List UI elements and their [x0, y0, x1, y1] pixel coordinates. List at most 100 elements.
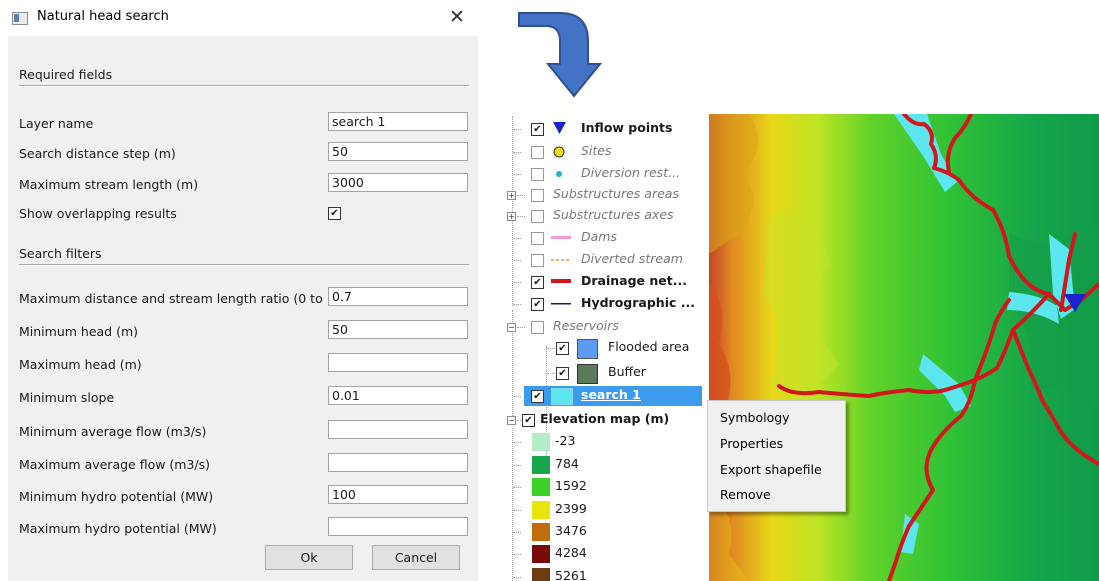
legend-swatch: [532, 456, 550, 474]
layer-checkbox[interactable]: ✔: [556, 342, 569, 355]
layer-label: Substructures axes: [553, 207, 674, 222]
layer-checkbox[interactable]: [531, 168, 544, 181]
expand-icon[interactable]: +: [507, 212, 516, 221]
layer-label: Sites: [581, 143, 612, 158]
search-distance-step-input[interactable]: 50: [328, 142, 468, 161]
layer-checkbox[interactable]: [531, 189, 544, 202]
legend-value: 2399: [555, 501, 587, 516]
layer-name-label: Layer name: [19, 116, 94, 131]
minimum-slope-input[interactable]: 0.01: [328, 386, 468, 405]
legend-item: -23: [500, 432, 705, 452]
legend-swatch: [532, 478, 550, 496]
legend-item: 3476: [500, 522, 705, 542]
dialog-title: Natural head search: [37, 9, 169, 24]
layer-label: search 1: [581, 387, 641, 402]
layer-label: Flooded area: [608, 339, 690, 354]
layer-tree-panel: ✔ Inflow points Sites Diversion rest... …: [500, 114, 705, 581]
section-search-filters: Search filters: [19, 246, 102, 261]
max-distance-ratio-input[interactable]: 0.7: [328, 287, 468, 306]
layer-checkbox[interactable]: ✔: [531, 276, 544, 289]
legend-value: 1592: [555, 478, 587, 493]
minimum-head-input[interactable]: 50: [328, 320, 468, 339]
layer-checkbox[interactable]: ✔: [556, 367, 569, 380]
minimum-head-label: Minimum head (m): [19, 324, 139, 339]
layer-checkbox[interactable]: [531, 146, 544, 159]
layer-drainage-network[interactable]: ✔ Drainage net...: [500, 272, 705, 292]
layer-checkbox[interactable]: ✔: [531, 390, 544, 403]
collapse-icon[interactable]: −: [507, 323, 516, 332]
layer-label: Diverted stream: [581, 251, 683, 266]
dot-icon: [556, 171, 562, 177]
layer-label: Elevation map (m): [540, 411, 670, 426]
legend-swatch: [532, 523, 550, 541]
layer-substructures-areas[interactable]: + Substructures areas: [500, 185, 705, 205]
maximum-stream-length-input[interactable]: 3000: [328, 173, 468, 192]
layer-label: Inflow points: [581, 120, 673, 135]
layer-buffer[interactable]: ✔ Buffer: [500, 363, 705, 384]
layer-elevation-map[interactable]: − ✔ Elevation map (m): [500, 410, 705, 430]
section-required-fields: Required fields: [19, 67, 113, 82]
maximum-head-input[interactable]: [328, 353, 468, 372]
curved-arrow-icon: [518, 12, 603, 98]
layer-diverted-stream[interactable]: Diverted stream: [500, 250, 705, 270]
menu-item-remove[interactable]: Remove: [720, 487, 771, 502]
layer-inflow-points[interactable]: ✔ Inflow points: [500, 119, 705, 139]
minimum-average-flow-label: Minimum average flow (m3/s): [19, 424, 207, 439]
window-icon: [12, 12, 28, 25]
layer-sites[interactable]: Sites: [500, 142, 705, 162]
layer-checkbox[interactable]: ✔: [531, 298, 544, 311]
layer-checkbox[interactable]: [531, 321, 544, 334]
maximum-hydro-potential-input[interactable]: [328, 517, 468, 536]
line-icon: [551, 279, 571, 283]
flooded-area-swatch: [577, 339, 598, 359]
layer-flooded-area[interactable]: ✔ Flooded area: [500, 338, 705, 359]
layer-dams[interactable]: Dams: [500, 228, 705, 248]
layer-substructures-axes[interactable]: + Substructures axes: [500, 206, 705, 226]
dashed-line-icon: [551, 259, 571, 261]
maximum-average-flow-label: Maximum average flow (m3/s): [19, 457, 211, 472]
maximum-head-label: Maximum head (m): [19, 357, 142, 372]
menu-item-symbology[interactable]: Symbology: [720, 410, 790, 425]
layer-hydrographic[interactable]: ✔ Hydrographic ...: [500, 294, 705, 314]
layer-search-1[interactable]: ✔ search 1: [500, 386, 705, 406]
buffer-swatch: [577, 364, 598, 384]
collapse-icon[interactable]: −: [507, 416, 516, 425]
layer-checkbox[interactable]: [531, 254, 544, 267]
layer-checkbox[interactable]: [531, 232, 544, 245]
layer-diversion-restitution[interactable]: Diversion rest...: [500, 164, 705, 184]
layer-name-input[interactable]: search 1: [328, 112, 468, 131]
maximum-hydro-potential-label: Maximum hydro potential (MW): [19, 521, 217, 536]
minimum-slope-label: Minimum slope: [19, 390, 115, 405]
menu-item-properties[interactable]: Properties: [720, 436, 783, 451]
layer-checkbox[interactable]: ✔: [522, 414, 535, 427]
minimum-average-flow-input[interactable]: [328, 420, 468, 439]
maximum-average-flow-input[interactable]: [328, 453, 468, 472]
line-icon: [551, 236, 571, 239]
legend-item: 5261: [500, 567, 705, 581]
layer-label: Substructures areas: [553, 186, 679, 201]
layer-checkbox[interactable]: ✔: [531, 123, 544, 136]
layer-checkbox[interactable]: [531, 210, 544, 223]
ok-button[interactable]: Ok: [265, 545, 353, 570]
legend-value: 5261: [555, 568, 587, 581]
expand-icon[interactable]: +: [507, 191, 516, 200]
layer-label: Buffer: [608, 364, 646, 379]
legend-swatch: [532, 433, 550, 451]
layer-reservoirs[interactable]: − Reservoirs: [500, 317, 705, 337]
cancel-button[interactable]: Cancel: [372, 545, 460, 570]
dialog-titlebar: Natural head search ✕: [0, 0, 478, 36]
legend-swatch: [532, 545, 550, 563]
legend-value: 4284: [555, 545, 587, 560]
circle-icon: [553, 146, 565, 158]
legend-value: 3476: [555, 523, 587, 538]
close-icon[interactable]: ✕: [440, 4, 474, 30]
show-overlapping-results-checkbox[interactable]: ✔: [328, 207, 341, 220]
natural-head-search-dialog: Natural head search ✕ Required fields La…: [0, 0, 478, 581]
layer-context-menu: Symbology Properties Export shapefile Re…: [707, 400, 846, 512]
layer-label: Dams: [581, 229, 617, 244]
menu-item-export-shapefile[interactable]: Export shapefile: [720, 462, 822, 477]
search-area-swatch: [551, 388, 573, 405]
layer-label: Reservoirs: [553, 318, 619, 333]
minimum-hydro-potential-input[interactable]: 100: [328, 485, 468, 504]
section-divider: [19, 85, 469, 87]
